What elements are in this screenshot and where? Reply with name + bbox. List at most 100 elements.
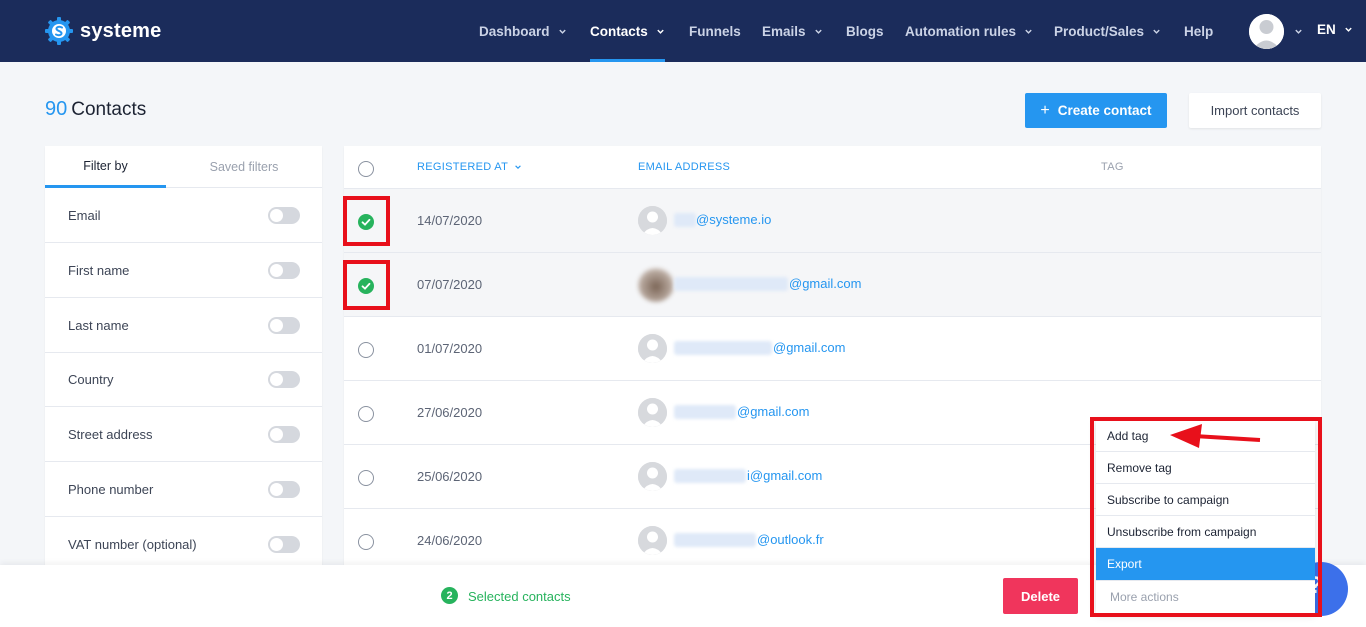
registered-date: 14/07/2020 xyxy=(417,213,483,228)
contacts-count: 90 xyxy=(45,98,68,120)
nav-label: Blogs xyxy=(846,23,884,39)
brand-logo[interactable]: systeme xyxy=(44,16,161,46)
filter-row-phone-number: Phone number xyxy=(45,462,322,517)
contact-avatar xyxy=(638,334,667,363)
filter-label: Last name xyxy=(68,318,129,333)
user-avatar-icon xyxy=(638,398,667,427)
email-address[interactable]: @gmail.com xyxy=(789,276,861,291)
nav-item-funnels[interactable]: Funnels xyxy=(689,0,741,62)
filter-tabs: Filter by Saved filters xyxy=(45,146,322,188)
nav-item-emails[interactable]: Emails xyxy=(762,0,823,62)
selected-contacts-label: Selected contacts xyxy=(468,589,571,604)
annotation-highlight-box xyxy=(343,260,390,310)
delete-button[interactable]: Delete xyxy=(1003,578,1078,614)
nav-label: Emails xyxy=(762,23,806,39)
nav-label: Funnels xyxy=(689,23,741,39)
chevron-down-icon[interactable] xyxy=(1294,27,1303,36)
column-tag: TAG xyxy=(1101,161,1124,173)
plus-icon: + xyxy=(1040,101,1050,119)
row-select-radio[interactable] xyxy=(358,406,374,422)
table-header: REGISTERED AT EMAIL ADDRESS TAG xyxy=(344,146,1321,189)
redacted-email xyxy=(674,341,772,355)
user-avatar-icon xyxy=(638,526,667,555)
email-address[interactable]: @systeme.io xyxy=(696,212,771,227)
row-select-radio[interactable] xyxy=(358,470,374,486)
filter-toggle[interactable] xyxy=(268,262,300,279)
chevron-down-icon xyxy=(814,29,822,34)
filter-row-street-address: Street address xyxy=(45,407,322,462)
select-all-radio[interactable] xyxy=(358,161,374,177)
redacted-email xyxy=(674,213,696,227)
selected-count-badge: 2 xyxy=(441,587,458,604)
tab-saved-filters[interactable]: Saved filters xyxy=(166,146,322,188)
nav-label: Product/Sales xyxy=(1054,23,1145,39)
top-navigation: systeme Dashboard Contacts Funnels Email… xyxy=(0,0,1366,62)
email-address[interactable]: @gmail.com xyxy=(773,340,845,355)
registered-date: 25/06/2020 xyxy=(417,469,483,484)
create-contact-label: Create contact xyxy=(1057,103,1152,118)
filter-label: VAT number (optional) xyxy=(68,537,197,552)
registered-date: 24/06/2020 xyxy=(417,533,483,548)
filter-row-vat-number: VAT number (optional) xyxy=(45,517,322,572)
user-avatar[interactable] xyxy=(1249,14,1284,49)
filter-toggle[interactable] xyxy=(268,317,300,334)
filter-label: Street address xyxy=(68,427,153,442)
tab-filter-by[interactable]: Filter by xyxy=(45,146,166,188)
page-title-text: Contacts xyxy=(71,99,147,120)
table-row[interactable]: 07/07/2020 @gmail.com xyxy=(344,253,1321,317)
nav-item-blogs[interactable]: Blogs xyxy=(846,0,884,62)
filter-label: First name xyxy=(68,263,130,278)
language-selector[interactable]: EN xyxy=(1317,22,1353,37)
nav-label: Dashboard xyxy=(479,23,550,39)
filter-label: Country xyxy=(68,372,114,387)
row-select-radio[interactable] xyxy=(358,342,374,358)
redacted-email xyxy=(674,533,756,547)
annotation-highlight-box xyxy=(343,196,390,246)
table-row[interactable]: 01/07/2020 @gmail.com xyxy=(344,317,1321,381)
email-address[interactable]: @outlook.fr xyxy=(757,532,824,547)
contact-avatar xyxy=(638,398,667,427)
nav-item-help[interactable]: Help xyxy=(1184,0,1213,62)
registered-date: 27/06/2020 xyxy=(417,405,483,420)
nav-item-automation-rules[interactable]: Automation rules xyxy=(905,0,1033,62)
nav-item-contacts[interactable]: Contacts xyxy=(590,0,665,62)
contact-photo xyxy=(638,268,674,302)
registered-date: 07/07/2020 xyxy=(417,277,483,292)
filter-toggle[interactable] xyxy=(268,371,300,388)
email-address[interactable]: i@gmail.com xyxy=(747,468,822,483)
chevron-down-icon xyxy=(1345,27,1352,32)
nav-item-product-sales[interactable]: Product/Sales xyxy=(1054,0,1161,62)
create-contact-button[interactable]: + Create contact xyxy=(1025,93,1167,128)
nav-label: Contacts xyxy=(590,23,648,39)
brand-name: systeme xyxy=(80,19,162,42)
filter-row-email: Email xyxy=(45,188,322,243)
page-title: 90 Contacts xyxy=(45,98,146,121)
registered-date: 01/07/2020 xyxy=(417,341,483,356)
nav-item-dashboard[interactable]: Dashboard xyxy=(479,0,567,62)
filter-toggle[interactable] xyxy=(268,426,300,443)
filter-row-last-name: Last name xyxy=(45,298,322,353)
column-registered-at[interactable]: REGISTERED AT xyxy=(417,161,522,173)
systeme-logo-icon xyxy=(45,17,73,45)
filter-panel: Filter by Saved filters Email First name… xyxy=(45,146,322,586)
table-row[interactable]: 14/07/2020 @systeme.io xyxy=(344,189,1321,253)
email-address[interactable]: @gmail.com xyxy=(737,404,809,419)
chevron-down-icon xyxy=(558,29,566,34)
row-select-radio[interactable] xyxy=(358,534,374,550)
filter-toggle[interactable] xyxy=(268,481,300,498)
user-avatar-icon xyxy=(638,334,667,363)
chevron-down-icon xyxy=(657,29,664,34)
contact-avatar xyxy=(638,462,667,491)
import-contacts-button[interactable]: Import contacts xyxy=(1189,93,1321,128)
filter-toggle[interactable] xyxy=(268,536,300,553)
user-avatar-icon xyxy=(638,206,667,235)
column-label: REGISTERED AT xyxy=(417,161,508,173)
annotation-arrow-icon xyxy=(1170,424,1261,448)
nav-label: Automation rules xyxy=(905,23,1017,39)
filter-label: Phone number xyxy=(68,482,154,497)
contact-avatar xyxy=(638,206,667,235)
column-email-address[interactable]: EMAIL ADDRESS xyxy=(638,161,730,173)
filter-toggle[interactable] xyxy=(268,207,300,224)
redacted-email xyxy=(674,277,788,291)
filter-row-country: Country xyxy=(45,352,322,407)
